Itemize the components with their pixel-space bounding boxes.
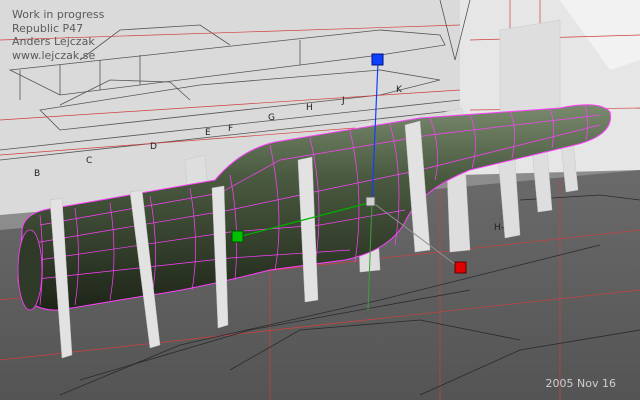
3d-viewport[interactable]: B C D E F G H J K H-H L [0, 0, 640, 400]
gizmo-x-handle[interactable] [231, 230, 244, 243]
gizmo-z-handle[interactable] [454, 261, 467, 274]
station-label: B [34, 169, 40, 179]
station-label: D [150, 142, 157, 152]
station-label: C [86, 156, 92, 166]
overlay-line: www.lejczak.se [12, 48, 96, 62]
gizmo-y-handle[interactable] [371, 53, 384, 66]
render-date: 2005 Nov 16 [545, 377, 616, 390]
overlay-line: Work in progress [12, 8, 105, 21]
overlay-line: Anders Lejczak [12, 35, 95, 48]
gizmo-center[interactable] [365, 196, 376, 207]
overlay-line: Republic P47 [12, 21, 84, 35]
station-label: F [228, 124, 233, 134]
station-label: J [341, 96, 345, 106]
station-label: G [268, 113, 275, 123]
station-label: E [205, 128, 211, 138]
station-label: H [306, 103, 313, 113]
nose-cowl [17, 229, 43, 311]
info-overlay: Work in progress Republic P47 Anders Lej… [12, 8, 104, 62]
